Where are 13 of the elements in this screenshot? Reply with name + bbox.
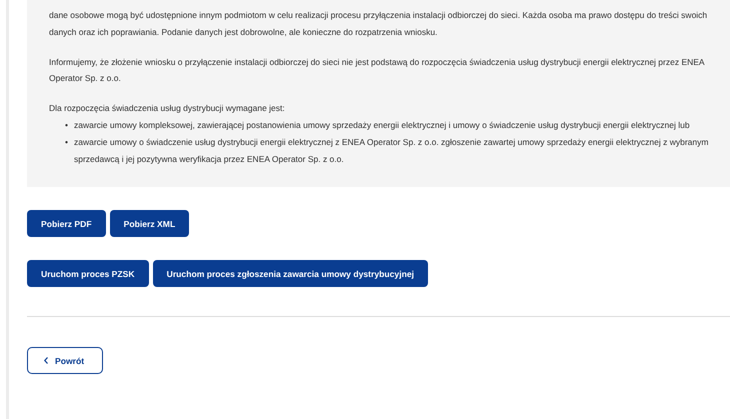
list-item: zawarcie umowy kompleksowej, zawierającej postanowienia umowy sprzedaży energii elektrycznej i umowy o świadczenie usług dystrybucji energii elektrycznej lub bbox=[74, 118, 690, 132]
bullet: • bbox=[65, 118, 68, 132]
chevron-left-icon bbox=[44, 357, 48, 364]
action-button[interactable]: Pobierz XML bbox=[110, 210, 190, 238]
list-item: zawarcie umowy o świadczenie usług dystrybucji energii elektrycznej z ENEA Operator Sp. z o.o. zgłoszenie zawartej umowy sprzedaży energii elektrycznej z wybranym sprzedawcą i jej pozytywna weryfikacja przez ENEA Operator Sp. z o.o. bbox=[74, 136, 710, 166]
back-button[interactable]: Powrót bbox=[27, 347, 103, 374]
action-button[interactable]: Pobierz PDF bbox=[27, 210, 106, 238]
action-button[interactable]: Uruchom proces PZSK bbox=[27, 260, 149, 288]
bullet: • bbox=[65, 136, 68, 149]
info-paragraph: dane osobowe mogą być udostępnione innym podmiotom w celu realizacji procesu przyłączenia instalacji odbiorczej do sieci. Każda osoba ma prawo dostępu do treści swoich danych oraz ich poprawiania. Podanie danych jest dobrowolne, ale konieczne do rozpatrzenia wniosku. bbox=[49, 9, 708, 39]
info-paragraph: Informujemy, że złożenie wniosku o przyłączenie instalacji odbiorczej do sieci nie jest podstawą do rozpoczęcia świadczenia usług dystrybucji energii elektrycznej przez ENEA Operator Sp. z o.o. bbox=[49, 56, 706, 86]
list-intro: Dla rozpoczęcia świadczenia usług dystrybucji wymagane jest: bbox=[49, 102, 286, 116]
action-button[interactable]: Uruchom proces zgłoszenia zawarcia umowy dystrybucyjnej bbox=[152, 260, 428, 288]
